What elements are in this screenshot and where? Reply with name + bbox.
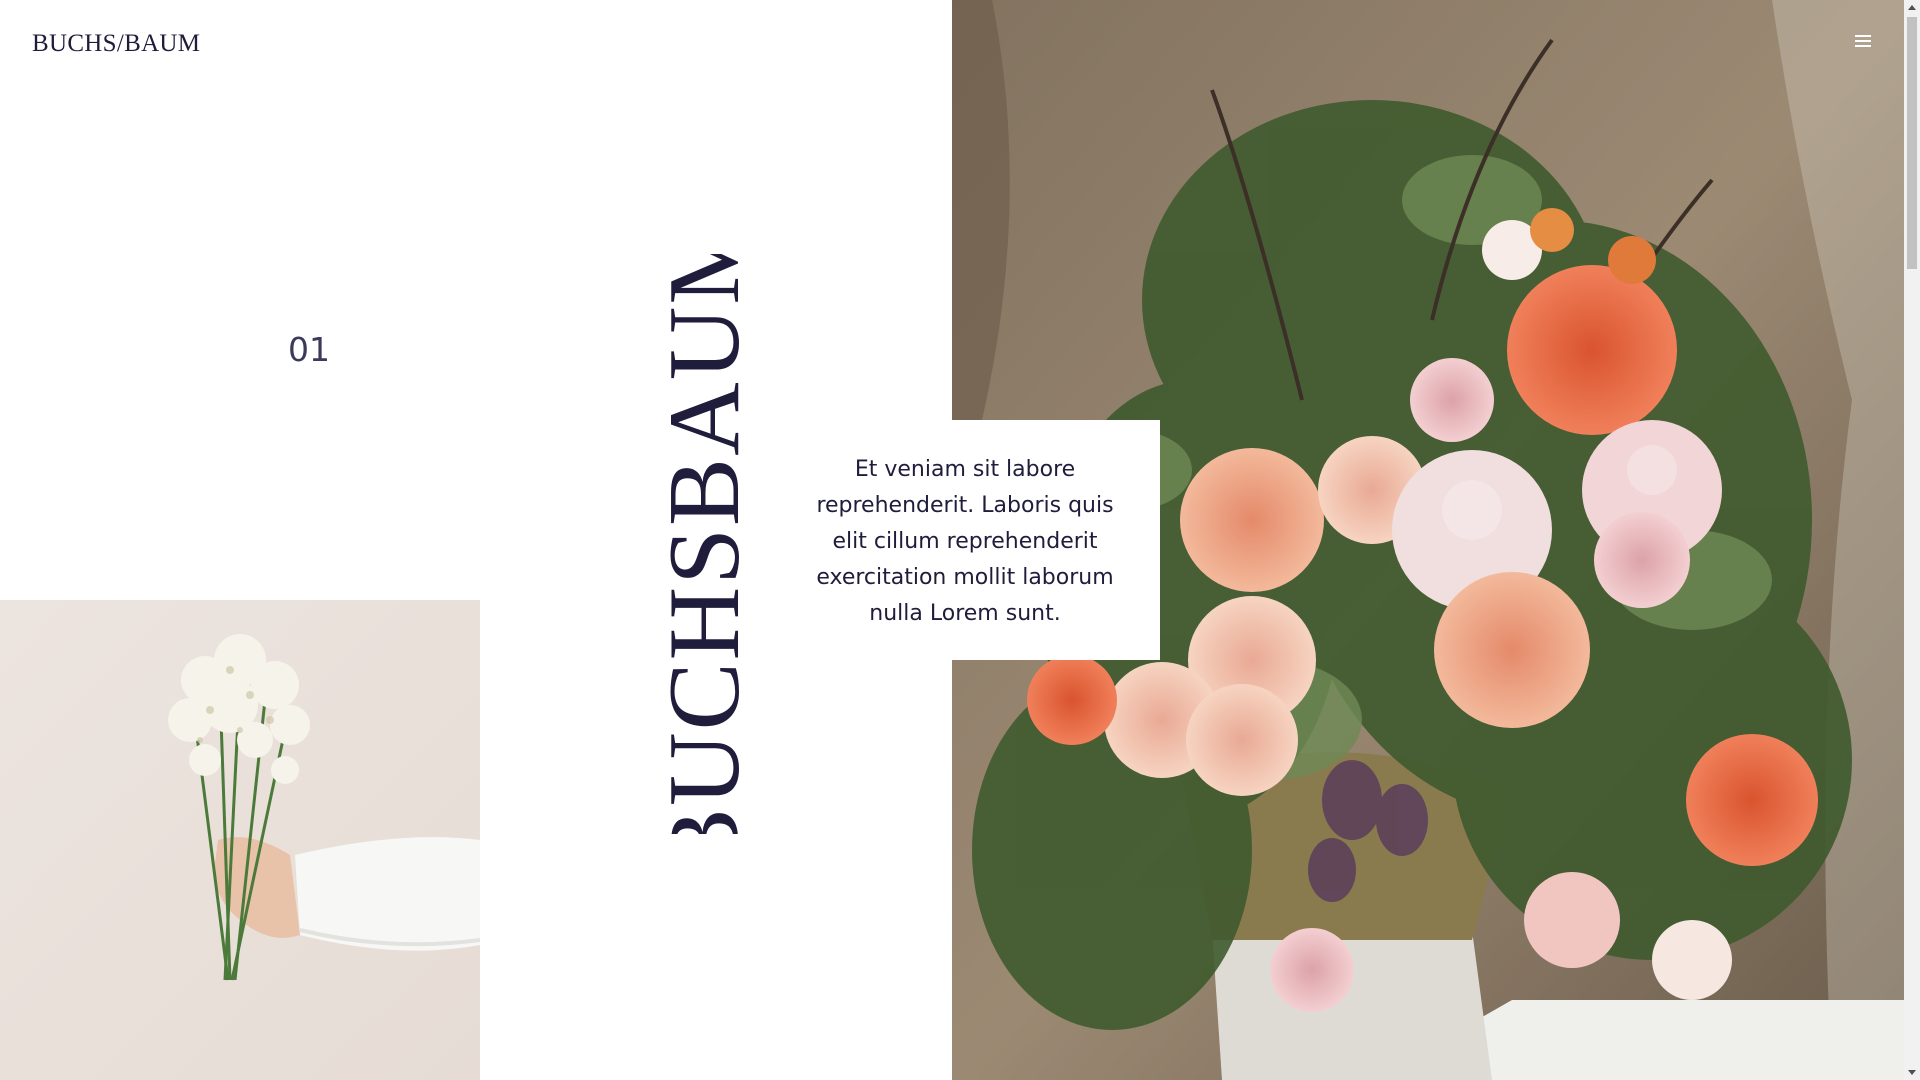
site-logo[interactable]: BUCHS/BAUM (32, 30, 200, 58)
slide-title-text: BUCHSBAUM (667, 254, 743, 834)
description-text: Et veniam sit labore reprehenderit. Labo… (816, 457, 1114, 626)
description-card: Et veniam sit labore reprehenderit. Labo… (770, 420, 1160, 660)
hamburger-menu-icon[interactable] (1850, 30, 1876, 52)
page-scrollbar[interactable] (1904, 0, 1920, 1080)
menu-line (1855, 45, 1871, 47)
bouquet-photo-left (0, 600, 480, 1080)
menu-line (1855, 35, 1871, 37)
scrollbar-thumb[interactable] (1907, 17, 1917, 269)
slide-title: BUCHSBAUM (667, 254, 743, 834)
scroll-down-arrow-icon[interactable] (1908, 1070, 1916, 1075)
menu-line (1855, 40, 1871, 42)
scroll-up-arrow-icon[interactable] (1908, 5, 1916, 10)
slide-number: 01 (288, 330, 330, 369)
